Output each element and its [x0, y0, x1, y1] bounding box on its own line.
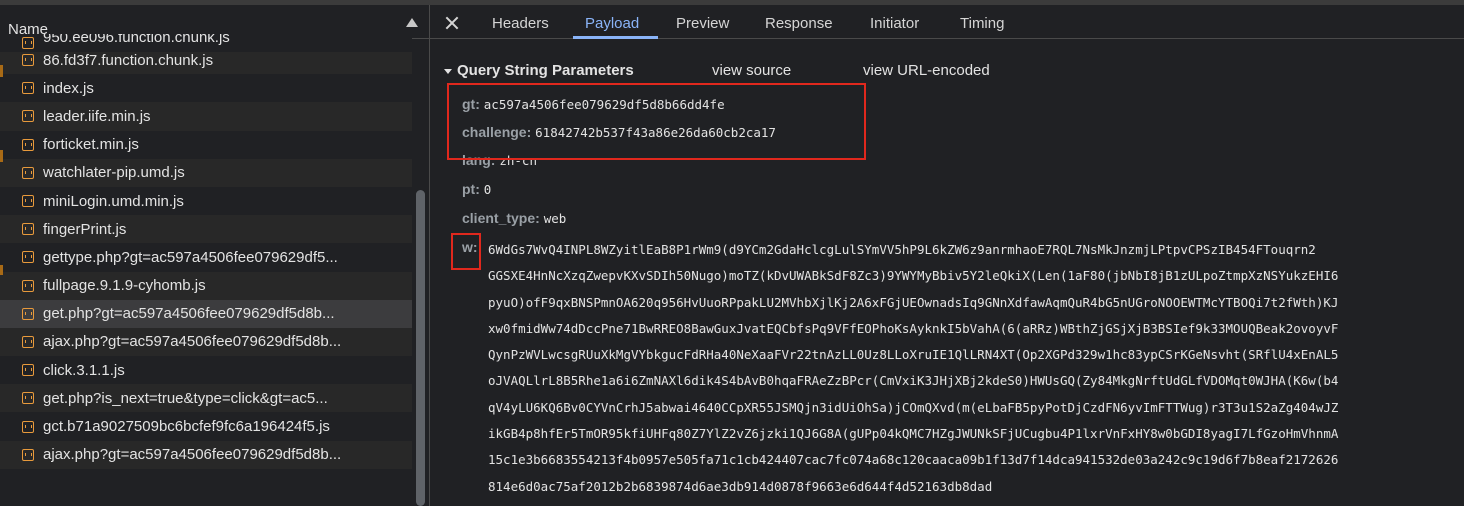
script-file-icon	[22, 279, 34, 292]
request-row[interactable]: get.php?gt=ac597a4506fee079629df5d8b...	[0, 299, 412, 328]
tab-response[interactable]: Response	[765, 15, 833, 32]
request-name: ajax.php?gt=ac597a4506fee079629df5d8b...	[43, 446, 342, 464]
param-key: client_type:	[462, 210, 540, 226]
section-title: Query String Parameters	[457, 62, 634, 79]
request-name: ajax.php?gt=ac597a4506fee079629df5d8b...	[43, 333, 342, 351]
details-tab-bar: Headers Payload Preview Response Initiat…	[430, 5, 1464, 39]
view-url-encoded-link[interactable]: view URL-encoded	[863, 62, 990, 79]
param-key: pt:	[462, 181, 480, 197]
request-row[interactable]: gettype.php?gt=ac597a4506fee079629df5...	[0, 243, 412, 271]
request-name: click.3.1.1.js	[43, 361, 125, 379]
w-value-line: qV4yLU6KQ6Bv0CYVnCrhJ5abwai4640CCpXR55JS…	[488, 399, 1339, 415]
highlight-box-w	[451, 233, 481, 270]
edge-marker	[0, 150, 3, 162]
param-client-type: client_type: web	[462, 210, 566, 226]
script-file-icon	[22, 195, 34, 208]
request-name: gct.b71a9027509bc6bcfef9fc6a196424f5.js	[43, 418, 330, 436]
script-file-icon	[22, 251, 34, 264]
w-value-line: oJVAQLlrL8B5Rhe1a6i6ZmNAXl6dik4S4bAvB0hq…	[488, 373, 1339, 389]
script-file-icon	[22, 420, 34, 433]
request-name: leader.iife.min.js	[43, 107, 151, 125]
w-value-line: ikGB4p8hfEr5TmOR95kfiUHFq80Z7YlZ2vZ6jzki…	[488, 426, 1339, 442]
expand-triangle-icon	[444, 68, 452, 74]
w-value-line: pyuO)ofF9qxBNSPmnOA620q956HvUuoRPpakLU2M…	[488, 294, 1339, 310]
network-request-list: Name 950.ee096.function.chunk.js 86.fd3f7…	[0, 5, 429, 506]
request-row[interactable]: get.php?is_next=true&type=click&gt=ac5..…	[0, 384, 412, 413]
script-file-icon	[22, 392, 34, 405]
tab-timing[interactable]: Timing	[960, 15, 1004, 32]
request-row[interactable]: leader.iife.min.js	[0, 102, 412, 131]
w-value-line: 15c1e3b6683554213f4b0957e505fa71c1cb4244…	[488, 452, 1339, 468]
script-file-icon	[22, 54, 34, 67]
scrollbar-track[interactable]	[412, 40, 429, 506]
w-value-line: 6WdGs7WvQ4INPL8WZyitlEaB8P1rWm9(d9YCm2Gd…	[488, 242, 1316, 257]
close-icon[interactable]	[445, 16, 459, 30]
request-name: 950.ee096.function.chunk.js	[43, 34, 230, 46]
view-source-link[interactable]: view source	[712, 62, 791, 79]
tab-preview[interactable]: Preview	[676, 15, 729, 32]
request-row[interactable]: 950.ee096.function.chunk.js	[0, 34, 412, 52]
param-value: web	[543, 211, 567, 226]
request-name: gettype.php?gt=ac597a4506fee079629df5...	[43, 248, 338, 266]
edge-marker	[0, 65, 3, 77]
edge-marker	[0, 265, 3, 275]
script-file-icon	[22, 448, 34, 461]
request-details-panel: Headers Payload Preview Response Initiat…	[430, 5, 1464, 506]
w-value-line: xw0fmidWw74dDccPne71BwRREO8BawGuxJvatEQC…	[488, 320, 1339, 336]
query-string-section-toggle[interactable]: Query String Parameters	[444, 62, 634, 79]
scrollbar-thumb[interactable]	[416, 190, 425, 506]
tab-initiator[interactable]: Initiator	[870, 15, 919, 32]
request-name: get.php?gt=ac597a4506fee079629df5d8b...	[43, 305, 335, 323]
w-value-line: 814e6d0ac75af2012b2b6839874d6ae3db914d08…	[488, 478, 993, 494]
param-w-value: 6WdGs7WvQ4INPL8WZyitlEaB8P1rWm9(d9YCm2Gd…	[488, 241, 1464, 504]
script-file-icon	[22, 82, 34, 95]
tab-payload[interactable]: Payload	[585, 15, 639, 32]
script-file-icon	[22, 307, 34, 320]
request-name: fingerPrint.js	[43, 220, 127, 238]
script-file-icon	[22, 37, 34, 49]
request-row[interactable]: fingerPrint.js	[0, 215, 412, 244]
script-file-icon	[22, 138, 34, 151]
request-row[interactable]: click.3.1.1.js	[0, 356, 412, 384]
tab-headers[interactable]: Headers	[492, 15, 549, 32]
param-pt: pt: 0	[462, 181, 491, 197]
request-row[interactable]: index.js	[0, 74, 412, 102]
highlight-box-gt-challenge	[447, 83, 866, 160]
request-row[interactable]: miniLogin.umd.min.js	[0, 187, 412, 215]
script-file-icon	[22, 223, 34, 236]
request-row[interactable]: forticket.min.js	[0, 131, 412, 159]
file-list: 950.ee096.function.chunk.js 86.fd3f7.func…	[0, 34, 412, 469]
param-value: 0	[483, 182, 492, 197]
request-name: fullpage.9.1.9-cyhomb.js	[43, 277, 206, 295]
script-file-icon	[22, 335, 34, 348]
request-row[interactable]: ajax.php?gt=ac597a4506fee079629df5d8b...	[0, 327, 412, 357]
request-name: index.js	[43, 79, 94, 97]
script-file-icon	[22, 166, 34, 179]
request-name: miniLogin.umd.min.js	[43, 192, 184, 210]
request-row[interactable]: ajax.php?gt=ac597a4506fee079629df5d8b...	[0, 440, 412, 469]
active-tab-indicator	[573, 36, 658, 39]
request-row[interactable]: fullpage.9.1.9-cyhomb.js	[0, 271, 412, 300]
sort-ascending-icon[interactable]	[406, 18, 418, 27]
w-value-line: GGSXE4HnNcXzqZwepvKXvSDIh50Nugo)moTZ(kDv…	[488, 268, 1339, 284]
script-file-icon	[22, 110, 34, 123]
w-value-line: QynPzWVLwcsgRUuXkMgVYbkgucFdRHa40NeXaaFV…	[488, 347, 1339, 363]
request-row[interactable]: gct.b71a9027509bc6bcfef9fc6a196424f5.js	[0, 412, 412, 440]
request-name: get.php?is_next=true&type=click&gt=ac5..…	[43, 389, 328, 407]
request-name: forticket.min.js	[43, 136, 139, 154]
request-name: watchlater-pip.umd.js	[43, 164, 185, 182]
request-name: 86.fd3f7.function.chunk.js	[43, 51, 214, 69]
script-file-icon	[22, 364, 34, 377]
request-row[interactable]: watchlater-pip.umd.js	[0, 158, 412, 187]
